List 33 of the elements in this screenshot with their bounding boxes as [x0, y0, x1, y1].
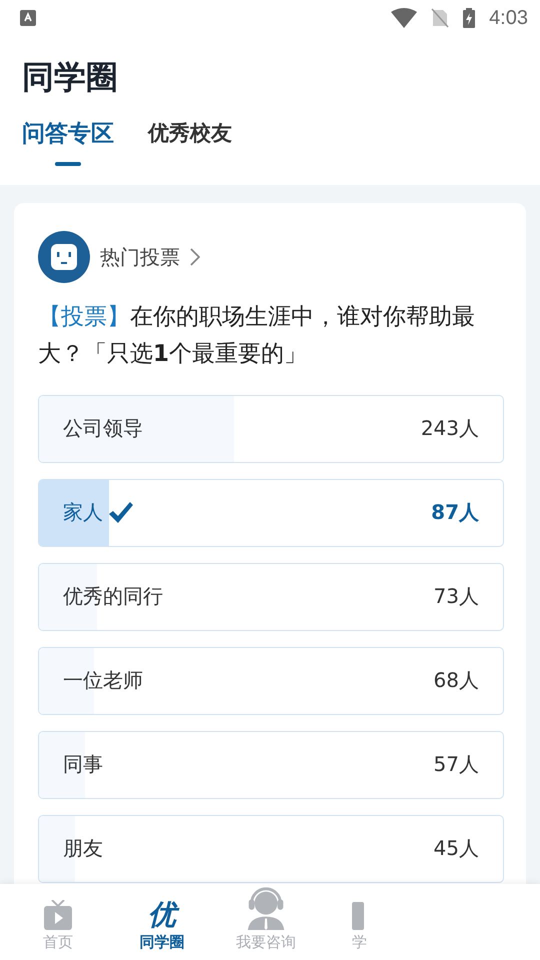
vote-count: 243人 [420, 415, 479, 442]
keyboard-app-icon [20, 10, 36, 26]
no-sim-icon [431, 8, 450, 28]
option-label: 家人 [63, 499, 103, 526]
vote-count: 68人 [434, 667, 479, 694]
poll-option[interactable]: 优秀的同行 73人 [38, 562, 504, 631]
wifi-icon [391, 8, 418, 28]
battery-icon [463, 8, 476, 28]
robot-face-icon [38, 231, 90, 284]
poll-question: 【投票】在你的职场生涯中，谁对你帮助最大？「只选1个最重要的」 [38, 303, 476, 370]
tv-icon [43, 900, 73, 930]
clock-time: 4:03 [489, 6, 528, 30]
option-label: 公司领导 [63, 415, 143, 442]
vote-count: 73人 [434, 583, 479, 610]
option-label: 同事 [63, 751, 103, 778]
poll-option[interactable]: 同事 57人 [38, 730, 504, 799]
poll-option[interactable]: 家人 87人 [38, 478, 504, 547]
tab[interactable]: 优秀校友 [148, 114, 232, 186]
option-label: 优秀的同行 [63, 583, 163, 610]
source-link[interactable]: 热门投票 [100, 244, 180, 271]
page-title: 同学圈 [0, 36, 540, 114]
chevron-right-icon [190, 248, 200, 266]
option-label: 朋友 [63, 835, 103, 862]
nav-tab[interactable]: 优 同学圈 [110, 884, 214, 960]
vote-count: 57人 [434, 751, 479, 778]
checkmark-icon [109, 502, 133, 524]
poll-option[interactable]: 一位老师 68人 [38, 646, 504, 715]
poll-option[interactable]: 朋友 45人 [38, 814, 504, 883]
vote-count: 87人 [431, 499, 479, 526]
vote-count: 45人 [434, 835, 479, 862]
tab[interactable]: 问答专区 [22, 114, 114, 186]
poll-option[interactable]: 公司领导 243人 [38, 394, 504, 463]
option-label: 一位老师 [63, 667, 143, 694]
